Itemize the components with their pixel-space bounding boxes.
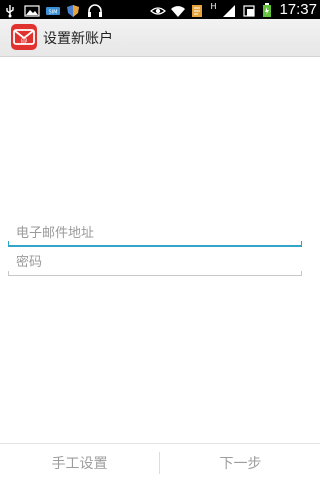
eye-icon: [150, 3, 167, 17]
system-icons: H 17:37: [150, 0, 317, 19]
password-field[interactable]: [8, 250, 302, 276]
shield-icon: [66, 3, 82, 17]
email-underline: [8, 245, 302, 247]
email-field[interactable]: [8, 221, 302, 247]
battery-icon: [262, 2, 272, 17]
hspa-icon: H: [210, 1, 217, 11]
signal-icon: [222, 3, 238, 17]
svg-text:SIM: SIM: [49, 9, 58, 15]
password-input[interactable]: [8, 250, 302, 274]
sim-icon: SIM: [45, 3, 61, 17]
email-input[interactable]: [8, 221, 302, 245]
notes-icon: [190, 3, 206, 17]
status-bar: SIM H 17:37: [0, 0, 320, 19]
wifi-icon: [170, 3, 186, 17]
notification-icons: SIM: [3, 1, 103, 18]
password-underline: [8, 275, 302, 276]
image-icon: [24, 3, 40, 17]
next-button[interactable]: 下一步: [161, 444, 320, 481]
screenshot-icon: [242, 3, 258, 17]
mail-app-icon[interactable]: @: [11, 24, 37, 50]
button-divider: [159, 452, 160, 474]
page-title: 设置新账户: [43, 31, 113, 47]
usb-icon: [3, 3, 19, 17]
bottom-button-bar: 手工设置 下一步: [0, 443, 320, 481]
manual-setup-button[interactable]: 手工设置: [0, 444, 159, 481]
status-clock: 17:37: [279, 1, 317, 18]
headphones-icon: [87, 3, 103, 17]
svg-text:@: @: [21, 37, 28, 45]
action-bar: @ 设置新账户: [0, 19, 320, 57]
